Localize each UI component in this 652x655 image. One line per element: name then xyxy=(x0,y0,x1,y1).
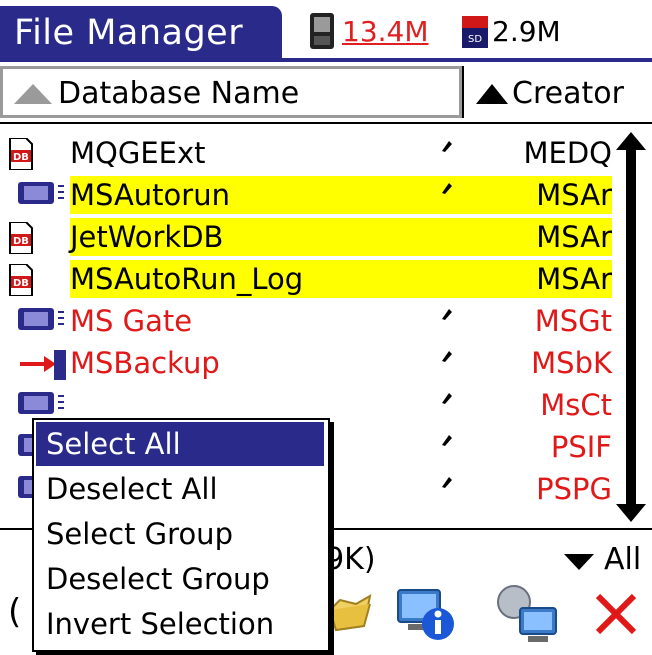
svg-text:DB: DB xyxy=(13,278,29,289)
backup-flag-icon xyxy=(440,306,454,320)
selection-popup-menu: Select All Deselect All Select Group Desele… xyxy=(32,418,330,652)
table-row[interactable]: MSBackup MSbK xyxy=(0,344,612,382)
table-row[interactable]: DB JetWorkDB MSAr xyxy=(0,218,612,256)
backup-flag-icon xyxy=(440,474,454,488)
backup-flag-icon xyxy=(440,390,454,404)
creator-code: MSbK xyxy=(531,346,612,380)
creator-code: MSAr xyxy=(536,220,612,254)
table-row[interactable]: MS Gate MSGt xyxy=(0,302,612,340)
chevron-down-icon xyxy=(564,554,594,570)
database-name-label: Database Name xyxy=(58,76,300,111)
svg-text:SD: SD xyxy=(468,34,482,45)
table-row[interactable]: MSAutorun MSAr xyxy=(0,176,612,214)
menu-item-deselect-all[interactable]: Deselect All xyxy=(36,467,324,511)
creator-code: PSIF xyxy=(550,430,612,464)
scroll-up-arrow[interactable] xyxy=(616,132,646,168)
table-row[interactable]: DB MSAutoRun_Log MSAr xyxy=(0,260,612,298)
database-file-icon: DB xyxy=(6,221,66,255)
creator-code: MSAr xyxy=(536,262,612,296)
folder-icon[interactable] xyxy=(326,586,374,642)
database-name: MSAutoRun_Log xyxy=(70,262,304,296)
sort-ascending-icon xyxy=(476,84,508,104)
creator-code: MsCt xyxy=(540,388,612,422)
backup-flag-icon xyxy=(440,180,454,194)
sort-ascending-icon xyxy=(14,84,52,104)
creator-code: MEDQ xyxy=(523,136,612,170)
filter-dropdown[interactable]: All xyxy=(604,540,641,580)
scroll-down-arrow[interactable] xyxy=(616,504,646,524)
ram-free-memory[interactable]: 13.4M xyxy=(342,14,429,50)
scrollbar-thumb[interactable] xyxy=(626,168,636,510)
svg-text:DB: DB xyxy=(13,152,29,163)
svg-text:DB: DB xyxy=(13,236,29,247)
network-icon[interactable] xyxy=(492,580,564,646)
menu-item-select-group[interactable]: Select Group xyxy=(36,512,324,556)
toolbar-text: ( xyxy=(8,592,22,632)
backup-flag-icon xyxy=(440,432,454,446)
database-name: MQGEExt xyxy=(70,136,206,170)
database-file-icon: DB xyxy=(6,263,66,297)
database-name: JetWorkDB xyxy=(70,220,224,254)
application-icon xyxy=(6,180,66,212)
handheld-device-icon xyxy=(310,13,334,49)
menu-item-deselect-group[interactable]: Deselect Group xyxy=(36,557,324,601)
app-title: File Manager xyxy=(14,13,244,53)
menu-item-invert-selection[interactable]: Invert Selection xyxy=(36,602,324,646)
database-name: MS Gate xyxy=(70,304,193,338)
database-file-icon: DB xyxy=(6,137,66,171)
info-icon[interactable] xyxy=(394,582,458,646)
backup-flag-icon xyxy=(440,138,454,152)
database-name: MSAutorun xyxy=(70,178,230,212)
sd-card-icon: SD xyxy=(462,16,488,48)
creator-label: Creator xyxy=(512,76,624,111)
delete-icon[interactable] xyxy=(592,590,640,638)
creator-code: PSPG xyxy=(536,472,612,506)
menu-item-select-all[interactable]: Select All xyxy=(36,422,324,466)
creator-code: MSGt xyxy=(534,304,612,338)
creator-code: MSAr xyxy=(536,178,612,212)
database-name: MSBackup xyxy=(70,346,220,380)
table-row[interactable]: DB MQGEExt MEDQ xyxy=(0,134,612,172)
backup-flag-icon xyxy=(440,348,454,362)
backup-app-icon xyxy=(6,348,66,380)
card-free-memory[interactable]: 2.9M xyxy=(492,14,561,50)
application-icon xyxy=(6,306,66,338)
